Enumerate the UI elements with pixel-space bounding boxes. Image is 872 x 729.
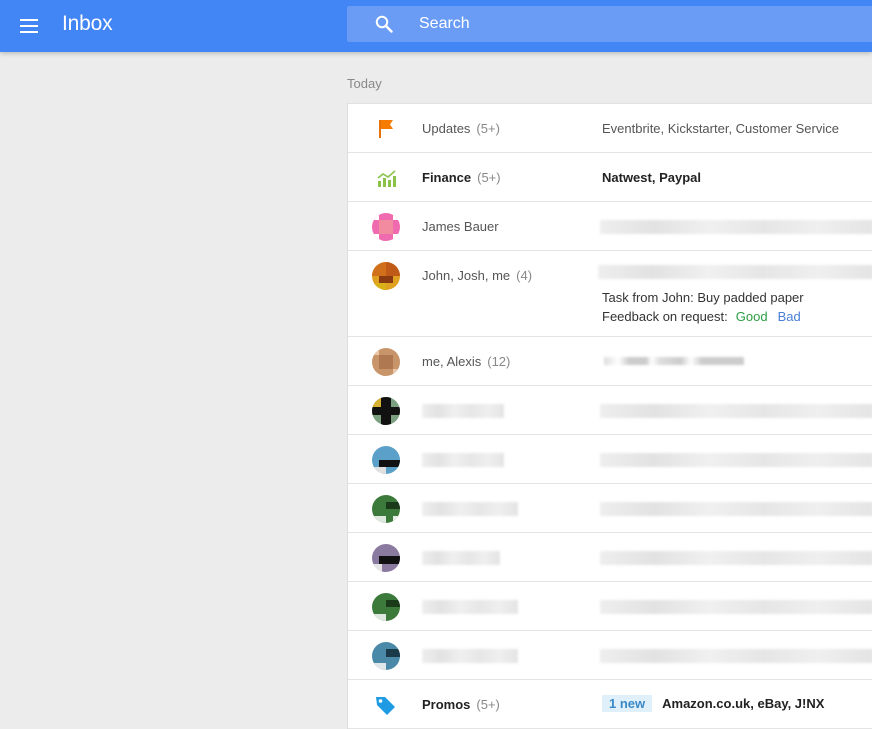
blurred-sender [422,551,500,565]
blurred-sender [422,649,518,663]
sender-name: me, Alexis (12) [422,354,511,369]
email-row[interactable] [348,386,872,435]
top-app-bar: Inbox [0,0,872,52]
bundle-summary: Eventbrite, Kickstarter, Customer Servic… [602,121,839,136]
email-row[interactable] [348,582,872,631]
bundle-summary: 1 new Amazon.co.uk, eBay, J!NX [602,695,824,712]
avatar [372,495,400,523]
avatar [372,642,400,670]
blurred-snippet [600,649,872,663]
inbox-list: Updates (5+) Eventbrite, Kickstarter, Cus… [347,103,872,729]
avatar [372,397,400,425]
blurred-sender [422,600,518,614]
bundle-row-promos[interactable]: Promos (5+) 1 new Amazon.co.uk, eBay, J!NX [348,680,872,729]
blurred-snippet [600,551,872,565]
avatar [372,262,400,290]
blurred-snippet [604,357,744,365]
app-title: Inbox [62,12,113,35]
email-row[interactable] [348,484,872,533]
sender-name: James Bauer [422,219,499,234]
section-label-today: Today [347,76,382,91]
blurred-sender [422,453,504,467]
blurred-snippet [600,404,872,418]
avatar [372,544,400,572]
menu-icon[interactable] [18,14,42,38]
sender-name: Updates (5+) [422,121,500,136]
blurred-snippet [600,453,872,467]
bad-button[interactable]: Bad [778,309,801,324]
bundle-summary: Natwest, Paypal [602,170,701,185]
bundle-row-updates[interactable]: Updates (5+) Eventbrite, Kickstarter, Cus… [348,104,872,153]
search-input[interactable] [419,6,839,42]
blurred-snippet [600,220,872,234]
email-row[interactable] [348,533,872,582]
bundle-row-finance[interactable]: Finance (5+) Natwest, Paypal [348,153,872,202]
feedback-label: Feedback on request: [602,309,728,324]
feedback-line: Feedback on request: Good Bad [602,309,801,324]
email-row-james[interactable]: James Bauer [348,202,872,251]
blurred-sender [422,404,504,418]
search-bar[interactable] [347,6,872,42]
avatar [372,348,400,376]
email-row[interactable] [348,631,872,680]
avatar [372,593,400,621]
sender-name: Promos (5+) [422,697,500,712]
search-icon[interactable] [375,15,393,33]
tag-icon [376,697,395,715]
chart-icon [377,170,396,187]
email-row-alexis[interactable]: me, Alexis (12) [348,337,872,386]
good-button[interactable]: Good [736,309,768,324]
blurred-snippet [598,265,872,279]
sender-name: John, Josh, me (4) [422,268,533,283]
new-badge: 1 new [602,695,653,712]
blurred-sender [422,502,518,516]
blurred-snippet [600,600,872,614]
sender-name: Finance (5+) [422,170,501,185]
avatar [372,213,400,241]
blurred-snippet [600,502,872,516]
email-row[interactable] [348,435,872,484]
task-summary: Task from John: Buy padded paper [602,290,804,305]
flag-icon [379,120,393,138]
email-row-john[interactable]: John, Josh, me (4) Task from John: Buy pa… [348,251,872,337]
avatar [372,446,400,474]
